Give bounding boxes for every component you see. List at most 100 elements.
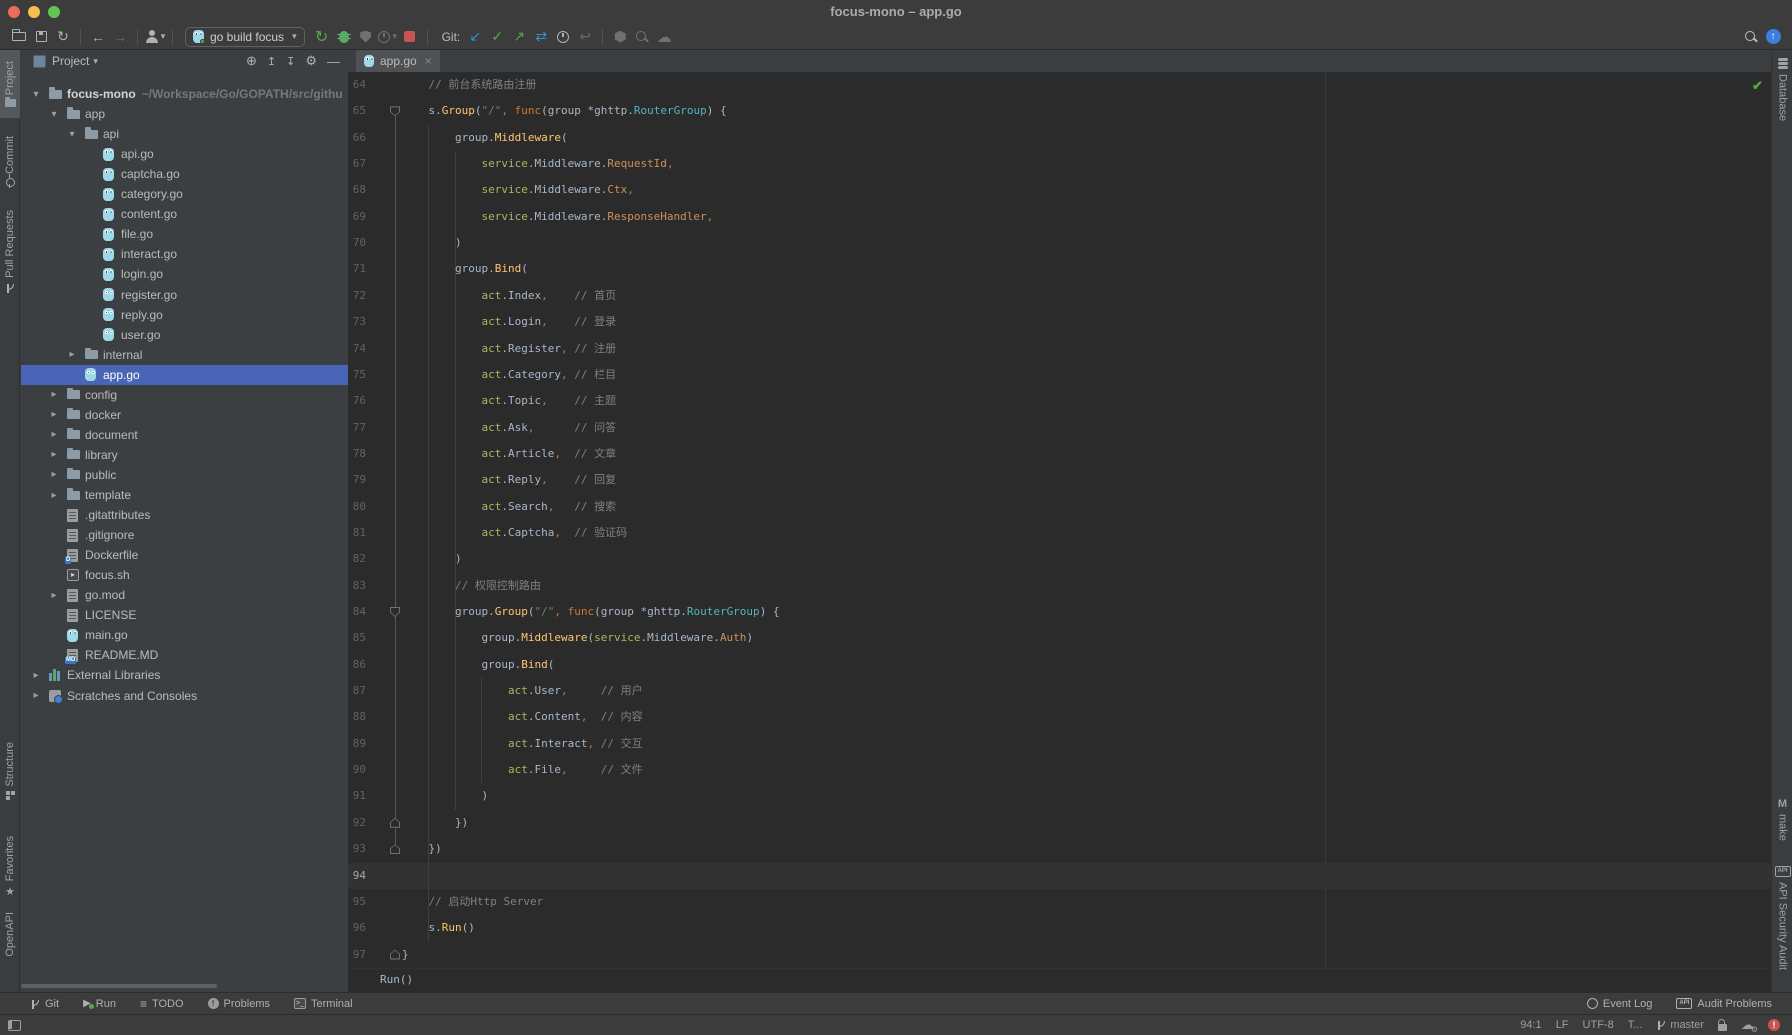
debug-button[interactable] <box>333 26 355 48</box>
expand-all-icon[interactable]: ↥ <box>267 55 276 68</box>
search-everywhere-dim-icon[interactable] <box>631 26 653 48</box>
fold-marker-icon[interactable] <box>390 950 400 960</box>
save-icon[interactable] <box>30 26 52 48</box>
tree-row-category-go[interactable]: category.go <box>21 184 348 204</box>
sync-icon[interactable]: ↻ <box>52 26 74 48</box>
tree-row-document[interactable]: ▸document <box>21 425 348 445</box>
code-line-82[interactable]: 82 ) <box>348 546 1771 572</box>
event-log-button[interactable]: Event Log <box>1587 998 1653 1010</box>
run-configuration-select[interactable]: go build focus ▾ <box>185 27 305 47</box>
chevron-right-icon[interactable]: ▸ <box>49 490 59 501</box>
chevron-down-icon[interactable]: ▾ <box>31 89 41 100</box>
code-line-93[interactable]: 93 }) <box>348 836 1771 862</box>
settings-gear-icon[interactable]: ⚙ <box>305 53 317 69</box>
code-line-70[interactable]: 70 ) <box>348 230 1771 256</box>
tree-row-app-go[interactable]: app.go <box>21 365 348 385</box>
code-line-65[interactable]: 65 s.Group("/", func(group *ghttp.Router… <box>348 98 1771 124</box>
fold-marker-icon[interactable] <box>390 607 400 617</box>
tree-row--gitignore[interactable]: .gitignore <box>21 525 348 545</box>
tree-row-user-go[interactable]: user.go <box>21 325 348 345</box>
code-line-86[interactable]: 86 group.Bind( <box>348 652 1771 678</box>
code-line-81[interactable]: 81 act.Captcha, // 验证码 <box>348 520 1771 546</box>
chevron-down-icon[interactable]: ▾ <box>49 109 59 120</box>
back-icon[interactable]: ← <box>87 26 109 48</box>
git-merge-icon[interactable]: ⇄ <box>530 26 552 48</box>
chevron-right-icon[interactable]: ▸ <box>49 389 59 400</box>
code-line-95[interactable]: 95 // 启动Http Server <box>348 889 1771 915</box>
code-line-66[interactable]: 66 group.Middleware( <box>348 125 1771 151</box>
code-line-87[interactable]: 87 act.User, // 用户 <box>348 678 1771 704</box>
stripe-tab-project[interactable]: Project <box>0 50 20 118</box>
stripe-tab-structure[interactable]: Structure <box>0 742 20 830</box>
error-indicator-icon[interactable]: ! <box>1768 1019 1780 1031</box>
stripe-tab-database[interactable]: Database <box>1772 58 1792 150</box>
code-line-73[interactable]: 73 act.Login, // 登录 <box>348 309 1771 335</box>
chevron-down-icon[interactable]: ▾ <box>67 129 77 140</box>
toolwindow-terminal[interactable]: >_ Terminal <box>294 998 353 1010</box>
code-line-74[interactable]: 74 act.Register, // 注册 <box>348 336 1771 362</box>
code-with-me-icon[interactable]: ▾ <box>144 26 166 48</box>
tab-app-go[interactable]: app.go × <box>356 50 440 72</box>
code-line-96[interactable]: 96 s.Run() <box>348 915 1771 941</box>
code-line-88[interactable]: 88 act.Content, // 内容 <box>348 704 1771 730</box>
cloud-settings-icon[interactable]: ☁ <box>1741 1017 1754 1033</box>
tree-row-docker[interactable]: ▸docker <box>21 405 348 425</box>
git-rollback-icon[interactable]: ↩ <box>574 26 596 48</box>
package-icon[interactable] <box>609 26 631 48</box>
close-icon[interactable]: × <box>425 54 432 68</box>
caret-position[interactable]: 94:1 <box>1520 1019 1541 1031</box>
git-push-icon[interactable]: ↗ <box>508 26 530 48</box>
stop-button[interactable] <box>399 26 421 48</box>
code-line-72[interactable]: 72 act.Index, // 首页 <box>348 283 1771 309</box>
tree-row-captcha-go[interactable]: captcha.go <box>21 164 348 184</box>
hide-panel-icon[interactable]: — <box>327 54 340 69</box>
tree-row-template[interactable]: ▸template <box>21 485 348 505</box>
git-branch-widget[interactable]: master <box>1656 1019 1704 1031</box>
code-line-77[interactable]: 77 act.Ask, // 问答 <box>348 415 1771 441</box>
tree-row-main-go[interactable]: main.go <box>21 625 348 645</box>
code-line-85[interactable]: 85 group.Middleware(service.Middleware.A… <box>348 625 1771 651</box>
tree-row-scratches-and-consoles[interactable]: ▸Scratches and Consoles <box>21 686 348 706</box>
lock-icon[interactable] <box>1718 1024 1727 1031</box>
editor[interactable]: app.go × 64 // 前台系统路由注册65 s.Group("/", f… <box>348 50 1771 992</box>
line-separator[interactable]: LF <box>1556 1019 1569 1031</box>
toolwindow-problems[interactable]: ! Problems <box>208 998 270 1010</box>
code-line-80[interactable]: 80 act.Search, // 搜索 <box>348 494 1771 520</box>
tree-row-focus-mono[interactable]: ▾focus-mono~/Workspace/Go/GOPATH/src/git… <box>21 84 348 104</box>
tree-row-external-libraries[interactable]: ▸External Libraries <box>21 665 348 685</box>
code-line-97[interactable]: 97} <box>348 942 1771 968</box>
stripe-tab-openapi[interactable]: OpenAPI <box>0 912 20 972</box>
chevron-right-icon[interactable]: ▸ <box>49 590 59 601</box>
code-line-76[interactable]: 76 act.Topic, // 主题 <box>348 388 1771 414</box>
tree-row-app[interactable]: ▾app <box>21 104 348 124</box>
chevron-right-icon[interactable]: ▸ <box>49 429 59 440</box>
code-area[interactable]: 64 // 前台系统路由注册65 s.Group("/", func(group… <box>348 72 1771 968</box>
tree-row-register-go[interactable]: register.go <box>21 285 348 305</box>
file-encoding[interactable]: UTF-8 <box>1583 1019 1614 1031</box>
git-commit-icon[interactable]: ✓ <box>486 26 508 48</box>
tree-row-reply-go[interactable]: reply.go <box>21 305 348 325</box>
stripe-tab-commit[interactable]: Commit <box>0 136 20 204</box>
tree-row-internal[interactable]: ▸internal <box>21 345 348 365</box>
coverage-button[interactable] <box>355 26 377 48</box>
code-line-69[interactable]: 69 service.Middleware.ResponseHandler, <box>348 204 1771 230</box>
toolwindow-git[interactable]: Git <box>30 998 59 1010</box>
breadcrumb[interactable]: Run() <box>380 973 413 986</box>
update-available-icon[interactable]: ↑ <box>1762 26 1784 48</box>
chevron-right-icon[interactable]: ▸ <box>31 670 41 681</box>
open-icon[interactable] <box>8 26 30 48</box>
inspections-ok-icon[interactable]: ✔ <box>1752 78 1763 94</box>
code-line-89[interactable]: 89 act.Interact, // 交互 <box>348 731 1771 757</box>
stripe-tab-make[interactable]: M make <box>1772 798 1792 856</box>
horizontal-scrollbar[interactable] <box>21 984 217 988</box>
git-history-icon[interactable] <box>552 26 574 48</box>
code-line-91[interactable]: 91 ) <box>348 783 1771 809</box>
forward-icon[interactable]: → <box>109 26 131 48</box>
code-line-78[interactable]: 78 act.Article, // 文章 <box>348 441 1771 467</box>
run-button[interactable]: ↻ <box>311 26 333 48</box>
tree-row-interact-go[interactable]: interact.go <box>21 244 348 264</box>
chevron-right-icon[interactable]: ▸ <box>49 409 59 420</box>
chevron-right-icon[interactable]: ▸ <box>67 349 77 360</box>
fold-marker-icon[interactable] <box>390 844 400 854</box>
tree-row-license[interactable]: LICENSE <box>21 605 348 625</box>
